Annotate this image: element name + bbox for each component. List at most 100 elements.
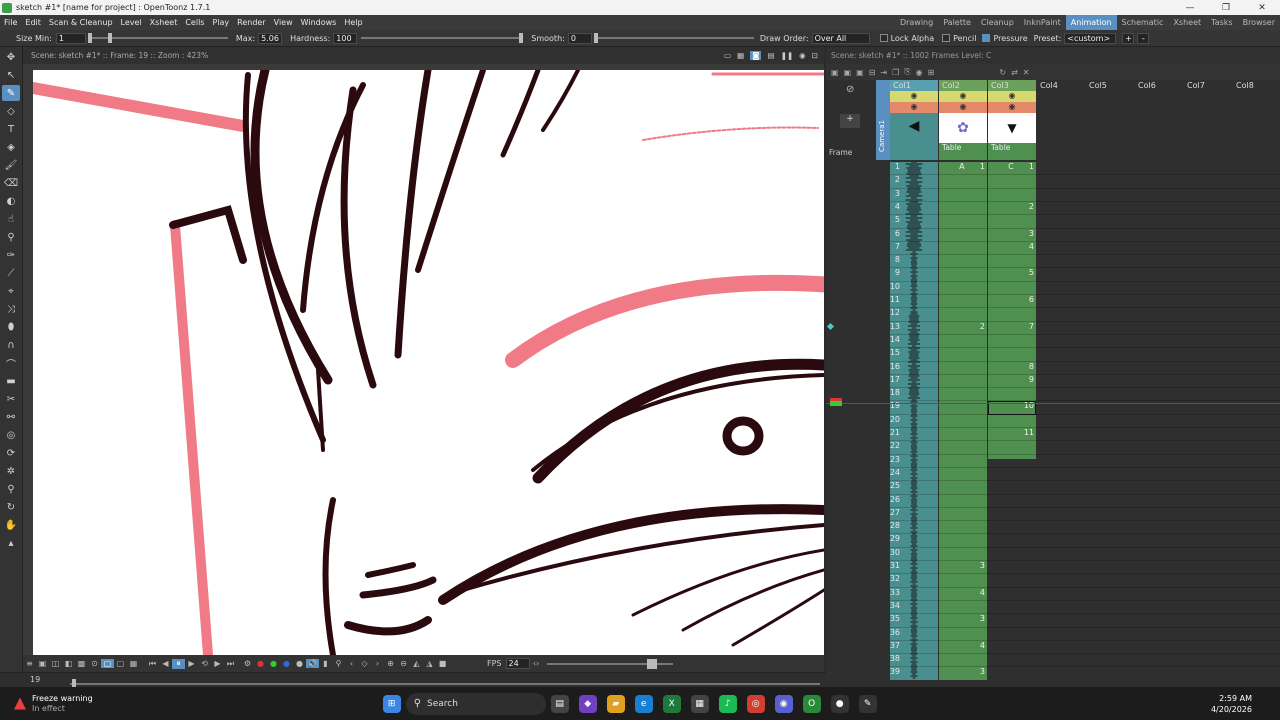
safe-area-icon[interactable]: ▭ [724,51,731,60]
column-header-col1[interactable]: Col1 ◉ ◉ ◀ [890,80,938,160]
fps-step-icon[interactable]: ‹› [530,659,543,668]
selection-tool-icon[interactable]: ↖ [2,67,20,83]
cell-col2[interactable]: A 1 [939,162,985,171]
cell-col2[interactable]: 4 [939,641,985,650]
sound-icon[interactable]: 🔊 [306,659,319,668]
clone-icon[interactable]: ⎘ [904,67,910,77]
next-frame-icon[interactable]: ▶ [211,659,224,668]
checkerboard-icon[interactable]: ▩ [75,659,88,668]
field-guide-icon[interactable]: ▦ [737,51,744,60]
cell-col3[interactable]: C 1 [988,162,1034,171]
snapshot-icon[interactable]: ◫ [49,659,62,668]
camera-view-icon[interactable]: ◙ [750,51,762,60]
frame-number[interactable]: 7 [864,242,902,251]
ruler-tool-icon[interactable]: ⟋ [2,265,20,281]
skeleton-tool-icon[interactable]: ⚯ [2,409,20,425]
preview-toggle-icon[interactable]: ◉ [939,91,987,102]
column-header-col7[interactable]: Col7 [1184,80,1233,160]
room-tab-animation[interactable]: Animation [1065,15,1117,30]
menu-cells[interactable]: Cells [181,18,208,27]
frame-number[interactable]: 37 [864,641,902,650]
hardness-slider[interactable] [361,33,524,43]
bender-tool-icon[interactable]: ⌒ [2,355,20,371]
frame-number[interactable]: 29 [864,534,902,543]
duplicate-icon[interactable]: ❐ [892,68,899,77]
menu-render[interactable]: Render [233,18,269,27]
menu-file[interactable]: File [0,18,21,27]
table-view-icon[interactable]: ▤ [767,51,774,60]
frame-number[interactable]: 16 [864,362,902,371]
frame-number[interactable]: 38 [864,654,902,663]
iron-tool-icon[interactable]: ▬ [2,373,20,389]
frame-number[interactable]: 5 [864,215,902,224]
magnet-tool-icon[interactable]: ∩ [2,337,20,353]
hand-tool-icon[interactable]: ✋ [2,517,20,533]
sub-camera-preview-icon[interactable]: ⊡ [812,51,818,60]
tracker-tool-icon[interactable]: ◎ [2,427,20,443]
green-channel-icon[interactable]: ● [267,659,280,668]
onion-skin-marker[interactable] [830,398,842,406]
zoom-out-icon[interactable]: ⊖ [397,659,410,668]
control-point-tool-icon[interactable]: ⌖ [2,283,20,299]
menu-scan-cleanup[interactable]: Scan & Cleanup [45,18,117,27]
cutter-tool-icon[interactable]: ✂ [2,391,20,407]
frame-number[interactable]: 14 [864,335,902,344]
next-key-icon[interactable]: › [371,659,384,668]
room-tab-cleanup[interactable]: Cleanup [976,15,1019,30]
frame-number[interactable]: 33 [864,588,902,597]
hardness-field[interactable]: 100 [333,32,358,44]
rotate-view-icon[interactable]: ◮ [423,659,436,668]
taskbar-search-box[interactable]: ⚲ Search [405,692,546,715]
menu-help[interactable]: Help [340,18,366,27]
smooth-field[interactable]: 0 [567,32,592,44]
frame-number[interactable]: 39 [864,667,902,676]
white-bg-icon[interactable]: ▢ [101,659,114,668]
cell-col3[interactable]: 7 [988,322,1034,331]
frame-number[interactable]: 22 [864,441,902,450]
room-tab-xsheet[interactable]: Xsheet [1168,15,1206,30]
room-tab-tasks[interactable]: Tasks [1206,15,1237,30]
frame-number[interactable]: 34 [864,601,902,610]
frame-field[interactable]: 19 [30,675,40,684]
checker-bg-icon[interactable]: ▦ [127,659,140,668]
toolbar-collapse-icon[interactable]: ▴ [2,535,20,551]
pencil-checkbox[interactable] [942,34,951,42]
cell-col3[interactable]: 8 [988,362,1034,371]
frame-number[interactable]: 27 [864,508,902,517]
pegbar-label[interactable]: Table [988,143,1036,154]
prev-frame-icon[interactable]: ◀ [159,659,172,668]
remove-preset-button[interactable]: - [1137,32,1150,44]
column-header-col4[interactable]: Col4 [1037,80,1086,160]
eraser-tool-icon[interactable]: ⌫ [2,175,20,191]
frame-number[interactable]: 24 [864,468,902,477]
preview-icon[interactable]: ◉ [799,51,806,60]
fps-field[interactable]: 24 [505,658,530,669]
cell-col3[interactable]: 3 [988,229,1034,238]
style-picker-tool-icon[interactable]: ⚲ [2,229,20,245]
preview-toggle-icon[interactable]: ◉ [988,91,1036,102]
refresh-icon[interactable]: ↻ [999,68,1006,77]
pegbar-label[interactable]: Table [939,143,987,154]
pinch-tool-icon[interactable]: ⤨ [2,301,20,317]
reset-view-icon[interactable]: ■ [436,659,449,668]
column-header-col5[interactable]: Col5 [1086,80,1135,160]
frame-number[interactable]: 32 [864,574,902,583]
cell-col2[interactable]: 3 [939,667,985,676]
compare-icon[interactable]: ◧ [62,659,75,668]
close-button[interactable]: ✕ [1244,3,1280,13]
frame-number[interactable]: 3 [864,189,902,198]
play-icon[interactable]: ▶ [185,659,198,668]
column-header-col6[interactable]: Col6 [1135,80,1184,160]
cell-col3[interactable]: 4 [988,242,1034,251]
blue-channel-icon[interactable]: ● [280,659,293,668]
tape-tool-icon[interactable]: ◐ [2,193,20,209]
new-raster-level-icon[interactable]: ▣ [856,68,864,77]
pump-tool-icon[interactable]: ⬮ [2,319,20,335]
insert-icon[interactable]: ⊟ [869,68,876,77]
drawing-canvas[interactable] [33,70,824,655]
task-view-icon[interactable]: ▤ [550,694,569,713]
copilot-icon[interactable]: ◆ [578,694,597,713]
viewer-menu-icon[interactable]: ≡ [23,659,36,668]
size-slider[interactable] [87,33,228,43]
hook-tool-icon[interactable]: ⟳ [2,445,20,461]
